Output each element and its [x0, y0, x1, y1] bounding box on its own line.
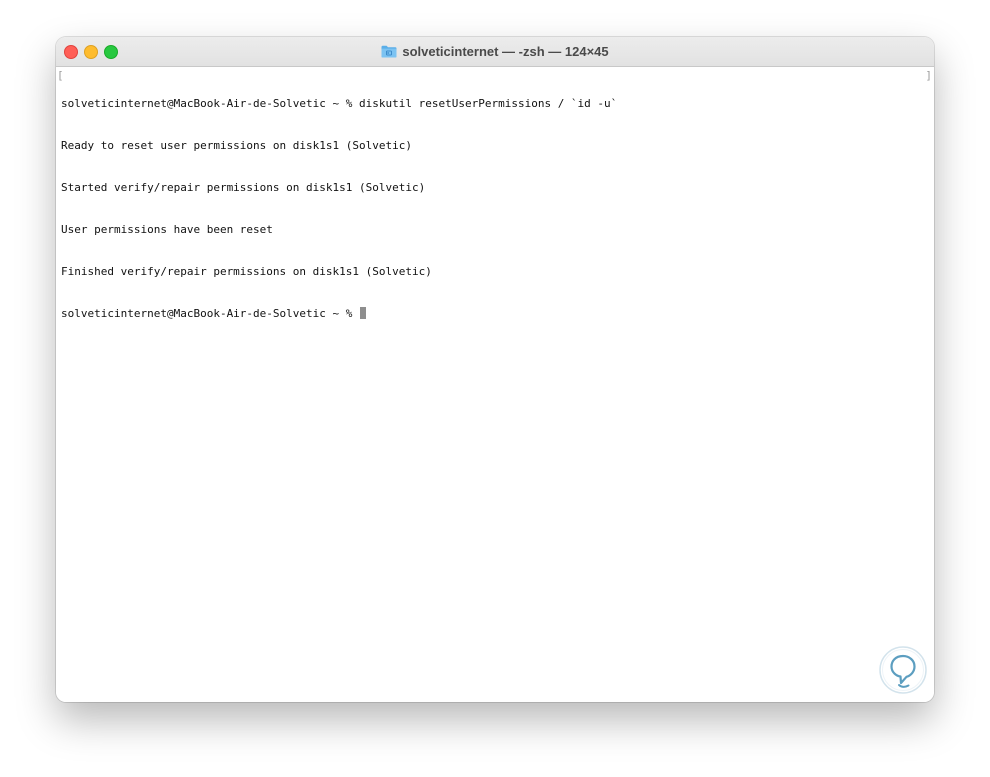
terminal-window: solveticinternet — -zsh — 124×45 [ ] sol…	[56, 37, 934, 702]
terminal-line: Finished verify/repair permissions on di…	[61, 265, 432, 278]
window-title-group: solveticinternet — -zsh — 124×45	[56, 37, 934, 66]
prompt-line[interactable]: solveticinternet@MacBook-Air-de-Solvetic…	[61, 307, 617, 321]
title-bar[interactable]: solveticinternet — -zsh — 124×45	[56, 37, 934, 67]
prompt-text: solveticinternet@MacBook-Air-de-Solvetic…	[61, 307, 360, 320]
folder-icon	[381, 45, 397, 58]
terminal-line: Started verify/repair permissions on dis…	[61, 181, 426, 194]
text-cursor	[360, 307, 367, 319]
terminal-line: solveticinternet@MacBook-Air-de-Solvetic…	[61, 97, 618, 110]
window-title: solveticinternet — -zsh — 124×45	[402, 44, 609, 59]
terminal-line: User permissions have been reset	[61, 223, 273, 236]
terminal-output: solveticinternet@MacBook-Air-de-Solvetic…	[61, 69, 617, 349]
mark-bracket-right: ]	[925, 69, 932, 82]
terminal-content[interactable]: [ ] solveticinternet@MacBook-Air-de-Solv…	[56, 67, 934, 702]
terminal-line: Ready to reset user permissions on disk1…	[61, 139, 412, 152]
solvetic-logo-icon	[879, 646, 927, 694]
